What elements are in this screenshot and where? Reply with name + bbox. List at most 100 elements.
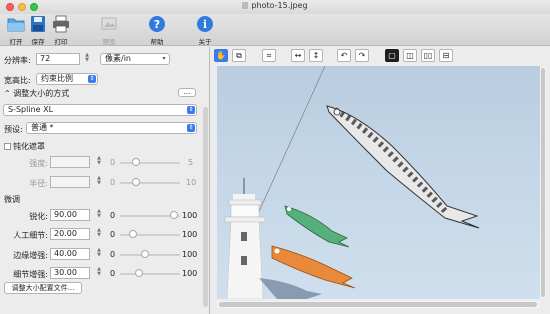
artificial-detail-max: 100 xyxy=(182,230,198,239)
orange-koinobori xyxy=(271,245,356,289)
settings-scrollbar[interactable] xyxy=(203,107,208,307)
sharpen-mask-checkbox[interactable] xyxy=(4,143,11,150)
edge-enhance-slider[interactable] xyxy=(120,250,180,258)
radius-stepper[interactable]: ▲ ▼ xyxy=(96,176,102,188)
horizontal-arrows-icon: ↔ xyxy=(294,51,302,60)
resolution-unit-select[interactable]: 像素/in ▾ xyxy=(100,53,170,65)
aspect-label: 宽高比: xyxy=(4,76,31,85)
svg-text:?: ? xyxy=(154,18,160,31)
split-vertical-icon: ◫ xyxy=(406,51,414,60)
lighthouse xyxy=(224,178,266,299)
aspect-select[interactable]: 约束比例 ⇕ xyxy=(36,73,98,85)
edge-enhance-label: 边缘增强: xyxy=(13,251,48,260)
preview-horizontal-thumb[interactable] xyxy=(219,302,537,307)
radius-slider-knob[interactable] xyxy=(132,178,140,186)
help-button[interactable]: ? 帮助 xyxy=(143,15,171,46)
single-view-button[interactable]: ▢ xyxy=(385,49,399,62)
image-preview[interactable] xyxy=(217,66,540,299)
strength-slider-knob[interactable] xyxy=(132,158,140,166)
resize-profile-button[interactable]: 调整大小配置文件... xyxy=(4,282,82,294)
sharpness-label: 锐化: xyxy=(29,212,48,221)
side-by-side-view-button[interactable]: ▯▯ xyxy=(421,49,435,62)
preview-horizontal-scrollbar[interactable] xyxy=(217,301,540,308)
artificial-detail-input[interactable]: 20.00 xyxy=(50,228,90,240)
detail-enhance-stepper[interactable]: ▲ ▼ xyxy=(96,267,102,279)
edge-enhance-slider-knob[interactable] xyxy=(141,250,149,258)
artificial-detail-stepper[interactable]: ▲ ▼ xyxy=(96,228,102,240)
preview-vertical-thumb[interactable] xyxy=(541,68,545,297)
vertical-arrows-icon: ↕ xyxy=(312,51,320,60)
strength-input[interactable] xyxy=(50,156,90,168)
resolution-input[interactable]: 72 xyxy=(36,53,80,65)
preset-select[interactable]: 普通 * ⇕ xyxy=(26,122,197,134)
chevron-updown-icon: ⇕ xyxy=(187,124,195,132)
sharpness-max: 100 xyxy=(182,211,198,220)
settings-scroll-thumb[interactable] xyxy=(203,107,208,307)
help-icon: ? xyxy=(149,16,165,32)
print-button[interactable]: 打印 xyxy=(47,15,75,46)
detail-enhance-min: 0 xyxy=(110,269,116,278)
preview-vertical-scrollbar[interactable] xyxy=(540,66,546,299)
single-view-icon: ▢ xyxy=(388,51,396,60)
resize-method-header[interactable]: ⌃ 调整大小的方式 xyxy=(4,88,69,99)
sharpness-slider-knob[interactable] xyxy=(170,211,178,219)
radius-input[interactable] xyxy=(50,176,90,188)
artificial-detail-label: 人工细节: xyxy=(13,231,48,240)
artificial-detail-slider-knob[interactable] xyxy=(129,230,137,238)
printer-icon xyxy=(53,15,69,33)
fit-width-button[interactable]: ↔ xyxy=(291,49,305,62)
about-button[interactable]: i 关于 xyxy=(191,15,219,46)
rotate-left-button[interactable]: ↶ xyxy=(337,49,351,62)
window-title: photo-15.jpeg xyxy=(0,1,550,10)
chevron-updown-icon: ⇕ xyxy=(187,106,195,114)
chevron-down-icon: ▾ xyxy=(162,55,166,62)
strength-label: 强度: xyxy=(29,159,48,168)
crop-icon: ⌗ xyxy=(266,51,272,60)
view-toolbar: ✋ ⧉ ⌗ ↔ ↕ ↶ ↷ ▢ ◫ ▯▯ ⊟ xyxy=(211,47,550,64)
edge-enhance-min: 0 xyxy=(110,250,116,259)
split-horizontal-view-button[interactable]: ⊟ xyxy=(439,49,453,62)
strength-min: 0 xyxy=(110,158,116,167)
rotate-right-button[interactable]: ↷ xyxy=(355,49,369,62)
crop-button[interactable]: ⌗ xyxy=(262,49,276,62)
edge-enhance-stepper[interactable]: ▲ ▼ xyxy=(96,248,102,260)
resolution-stepper[interactable]: ▲ ▼ xyxy=(84,53,90,65)
preview-icon xyxy=(101,17,117,30)
side-by-side-icon: ▯▯ xyxy=(423,51,433,60)
sharpness-input[interactable]: 90.00 xyxy=(50,209,90,221)
preview-button[interactable]: 预览 xyxy=(95,15,123,46)
resize-options-button[interactable]: ... xyxy=(178,88,196,97)
file-icon xyxy=(242,2,249,9)
strength-slider[interactable] xyxy=(120,158,180,166)
detail-enhance-max: 100 xyxy=(182,269,198,278)
sharpen-mask-checkbox-row[interactable]: 钝化遮罩 xyxy=(4,141,45,152)
split-vertical-view-button[interactable]: ◫ xyxy=(403,49,417,62)
detail-enhance-slider[interactable] xyxy=(120,269,180,277)
hand-icon: ✋ xyxy=(216,51,226,60)
edge-enhance-max: 100 xyxy=(182,250,198,259)
sharpness-min: 0 xyxy=(110,211,116,220)
disclosure-triangle-icon: ⌃ xyxy=(4,89,14,98)
fit-icon: ⧉ xyxy=(236,51,242,60)
radius-slider[interactable] xyxy=(120,178,180,186)
detail-enhance-slider-knob[interactable] xyxy=(135,269,143,277)
detail-enhance-input[interactable]: 30.00 xyxy=(50,267,90,279)
detail-enhance-label: 细节增强: xyxy=(13,270,48,279)
settings-panel: 分辨率: 72 ▲ ▼ 像素/in ▾ 宽高比: 约束比例 ⇕ ⌃ 调整大小的方式 .… xyxy=(0,47,210,314)
zoom-fit-button[interactable]: ⧉ xyxy=(232,49,246,62)
resolution-label: 分辨率: xyxy=(4,56,31,65)
algorithm-select[interactable]: S-Spline XL ⇕ xyxy=(3,104,197,116)
sharpness-slider[interactable] xyxy=(120,211,180,219)
photo-koinobori xyxy=(224,66,480,299)
artificial-detail-slider[interactable] xyxy=(120,230,180,238)
split-horizontal-icon: ⊟ xyxy=(442,51,450,60)
app-window: photo-15.jpeg 打开 保存 打印 预览 ? 帮助 i 关于 分辨率:… xyxy=(0,0,550,314)
title-bar: photo-15.jpeg xyxy=(0,0,550,14)
fit-height-button[interactable]: ↕ xyxy=(309,49,323,62)
hand-tool-button[interactable]: ✋ xyxy=(214,49,228,62)
artificial-detail-min: 0 xyxy=(110,230,116,239)
sharpness-stepper[interactable]: ▲ ▼ xyxy=(96,209,102,221)
radius-min: 0 xyxy=(110,178,116,187)
edge-enhance-input[interactable]: 40.00 xyxy=(50,248,90,260)
strength-stepper[interactable]: ▲ ▼ xyxy=(96,156,102,168)
